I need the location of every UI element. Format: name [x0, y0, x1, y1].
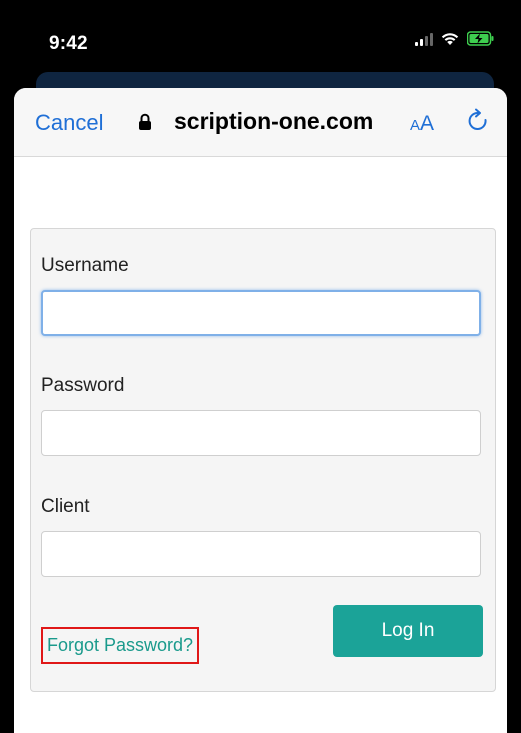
- password-label: Password: [41, 375, 125, 396]
- device-screen: 9:42 Cancel scription-one.com AA Usernam…: [0, 0, 521, 733]
- aa-large-label: A: [420, 112, 435, 135]
- username-input[interactable]: [41, 290, 481, 336]
- battery-charging-icon: [467, 31, 494, 46]
- login-button[interactable]: Log In: [333, 605, 483, 657]
- client-label: Client: [41, 496, 90, 517]
- wifi-icon: [441, 33, 459, 45]
- status-time: 9:42: [49, 33, 88, 54]
- url-display[interactable]: scription-one.com: [138, 108, 373, 135]
- url-text: scription-one.com: [174, 108, 374, 134]
- reload-icon: [468, 108, 487, 130]
- reload-button[interactable]: [466, 108, 492, 136]
- forgot-password-link[interactable]: Forgot Password?: [41, 627, 200, 664]
- password-input[interactable]: [41, 410, 481, 456]
- aa-small-label: A: [410, 117, 421, 134]
- browser-toolbar: Cancel scription-one.com AA: [14, 88, 507, 157]
- status-icons: [415, 31, 495, 46]
- cancel-button[interactable]: Cancel: [35, 110, 103, 136]
- cellular-signal-icon: [415, 32, 433, 46]
- text-size-button[interactable]: AA: [410, 112, 434, 136]
- status-bar: 9:42: [0, 0, 521, 80]
- browser-sheet: Cancel scription-one.com AA Username Pas…: [14, 88, 507, 733]
- username-label: Username: [41, 255, 129, 276]
- login-card: Username Password Client Forgot Password…: [30, 228, 496, 692]
- lock-icon: [139, 113, 151, 130]
- client-input[interactable]: [41, 531, 481, 577]
